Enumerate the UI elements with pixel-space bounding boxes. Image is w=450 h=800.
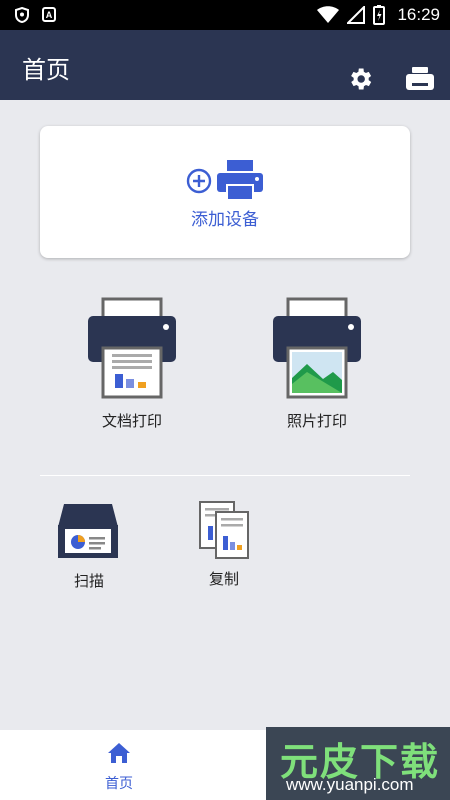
status-left-icons: A bbox=[14, 7, 56, 23]
add-device-label: 添加设备 bbox=[191, 210, 259, 230]
document-print-label: 文档打印 bbox=[101, 412, 162, 430]
battery-icon bbox=[373, 5, 386, 25]
top-app-bar: 首页 bbox=[0, 30, 450, 100]
watermark: 元皮下载 www.yuanpi.com bbox=[266, 727, 450, 800]
section-divider bbox=[40, 475, 410, 476]
status-bar: A 16:29 bbox=[0, 0, 450, 30]
add-device-card[interactable]: 添加设备 bbox=[40, 126, 410, 258]
copy-icon bbox=[199, 501, 249, 559]
signal-icon bbox=[347, 6, 366, 24]
settings-icon[interactable] bbox=[346, 65, 374, 93]
document-print-button[interactable]: 文档打印 bbox=[62, 296, 202, 436]
home-icon bbox=[108, 743, 130, 763]
wifi-icon bbox=[317, 6, 340, 23]
scan-button[interactable]: 扫描 bbox=[44, 502, 134, 592]
page-title: 首页 bbox=[22, 56, 70, 84]
photo-printer-icon bbox=[273, 297, 361, 399]
status-right-icons: 16:29 bbox=[317, 5, 440, 25]
photo-print-button[interactable]: 照片打印 bbox=[247, 296, 387, 436]
scan-label: 扫描 bbox=[73, 572, 104, 590]
nav-home-label: 首页 bbox=[105, 776, 133, 792]
a-icon: A bbox=[42, 7, 56, 22]
scanner-icon bbox=[58, 504, 118, 558]
printer-icon bbox=[217, 160, 263, 201]
copy-button[interactable]: 复制 bbox=[179, 500, 269, 590]
status-time: 16:29 bbox=[397, 5, 440, 24]
document-printer-icon bbox=[88, 297, 176, 399]
printer-icon[interactable] bbox=[405, 66, 435, 92]
nav-home-tab[interactable]: 首页 bbox=[84, 730, 154, 800]
watermark-url: www.yuanpi.com bbox=[286, 775, 414, 794]
photo-print-label: 照片打印 bbox=[286, 412, 347, 430]
plus-circle-icon bbox=[186, 168, 212, 194]
copy-label: 复制 bbox=[208, 570, 239, 588]
shield-icon bbox=[15, 7, 29, 23]
